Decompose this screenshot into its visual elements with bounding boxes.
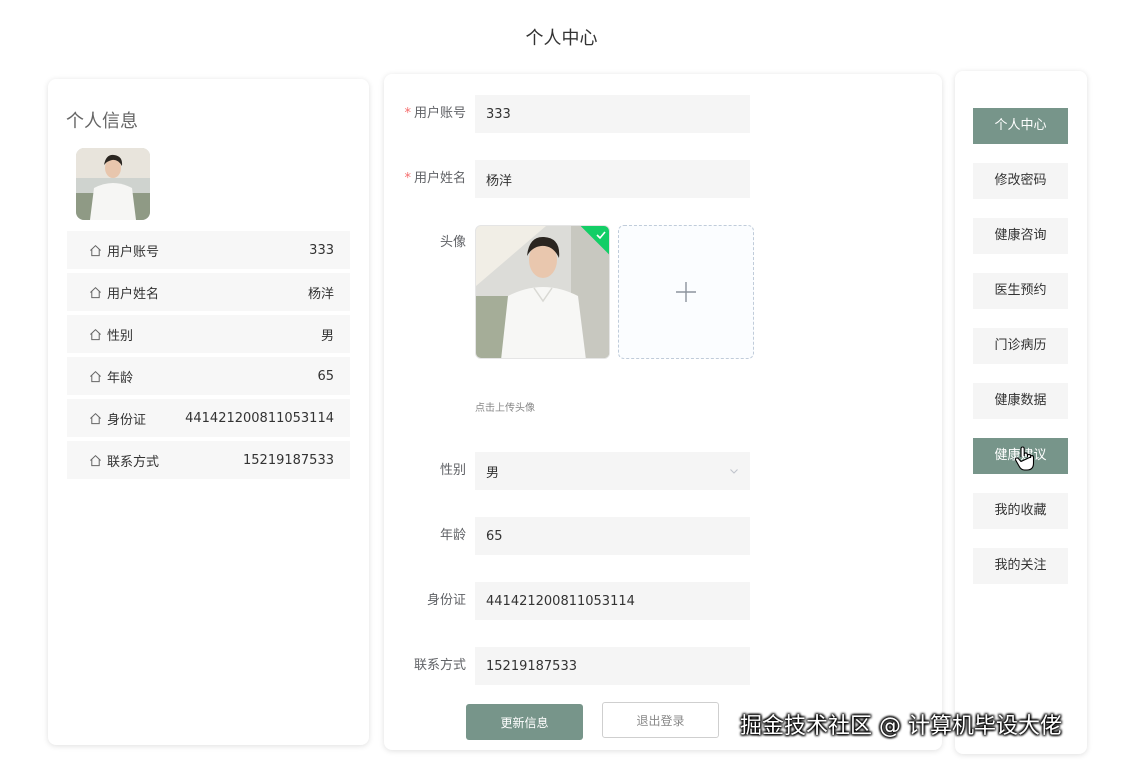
info-value: 男 [320, 328, 334, 344]
info-value: 333 [309, 242, 334, 258]
logout-button[interactable]: 退出登录 [602, 702, 719, 738]
idcard-input[interactable] [475, 582, 750, 620]
side-menu: 个人中心 修改密码 健康咨询 医生预约 门诊病历 健康数据 健康建议 我的收藏 … [955, 71, 1087, 754]
gender-selected-value: 男 [486, 465, 500, 481]
info-label: 用户姓名 [107, 286, 160, 302]
required-mark: * [404, 171, 411, 186]
name-label: * 用户姓名 [404, 171, 466, 186]
watermark: 掘金技术社区 @ 计算机毕设大佬 [740, 714, 1062, 739]
home-icon [90, 454, 101, 466]
menu-item-doctor-appointment[interactable]: 医生预约 [973, 273, 1068, 309]
info-label: 身份证 [107, 412, 147, 428]
phone-input[interactable] [475, 647, 750, 685]
info-list: 用户账号 333 用户姓名 杨洋 性别 男 年龄 65 身份证 44142120… [67, 231, 350, 483]
info-label: 性别 [107, 328, 134, 344]
page-title: 个人中心 [525, 28, 598, 49]
account-label: * 用户账号 [404, 106, 466, 121]
personal-info-heading: 个人信息 [66, 111, 138, 132]
gender-label: 性别 [439, 463, 466, 478]
avatar-upload-button[interactable] [618, 225, 754, 359]
gender-select[interactable]: 男 [475, 452, 750, 490]
info-row-phone: 联系方式 15219187533 [67, 441, 350, 479]
plus-icon [676, 282, 696, 302]
home-icon [90, 328, 101, 340]
home-icon [90, 370, 101, 382]
idcard-label: 身份证 [426, 593, 466, 608]
menu-item-medical-records[interactable]: 门诊病历 [973, 328, 1068, 364]
menu-item-health-data[interactable]: 健康数据 [973, 383, 1068, 419]
personal-info-panel: 个人信息 用户账号 333 用户姓名 杨洋 性别 男 年龄 65 身份证 441… [48, 79, 369, 745]
age-label: 年龄 [439, 528, 466, 543]
name-input[interactable] [475, 160, 750, 198]
avatar [76, 148, 150, 220]
home-icon [90, 412, 101, 424]
form-row-idcard: 身份证 [384, 582, 942, 620]
info-label: 联系方式 [107, 454, 160, 470]
form-row-name: * 用户姓名 [384, 160, 942, 198]
age-input[interactable] [475, 517, 750, 555]
info-row-idcard: 身份证 441421200811053114 [67, 399, 350, 437]
upload-hint: 点击上传头像 [475, 403, 535, 414]
update-info-button[interactable]: 更新信息 [466, 704, 583, 740]
info-row-age: 年龄 65 [67, 357, 350, 395]
required-mark: * [404, 106, 411, 121]
info-label: 年龄 [107, 370, 134, 386]
home-icon [90, 286, 101, 298]
phone-label: 联系方式 [413, 658, 466, 673]
form-row-age: 年龄 [384, 517, 942, 555]
info-value: 441421200811053114 [185, 410, 334, 426]
home-icon [90, 244, 101, 256]
profile-form-panel: *用户账号 *用户姓名 头像 点击上传头像 性别 男 年龄 [384, 74, 942, 750]
avatar-preview[interactable] [475, 225, 610, 359]
info-row-gender: 性别 男 [67, 315, 350, 353]
check-icon [596, 231, 606, 240]
info-label: 用户账号 [107, 244, 160, 260]
info-row-account: 用户账号 333 [67, 231, 350, 269]
account-input[interactable] [475, 95, 750, 133]
menu-item-profile[interactable]: 个人中心 [973, 108, 1068, 144]
info-row-name: 用户姓名 杨洋 [67, 273, 350, 311]
menu-item-change-password[interactable]: 修改密码 [973, 163, 1068, 199]
menu-item-health-consult[interactable]: 健康咨询 [973, 218, 1068, 254]
form-row-phone: 联系方式 [384, 647, 942, 685]
info-value: 杨洋 [307, 286, 334, 302]
info-value: 65 [317, 368, 334, 384]
menu-item-my-follows[interactable]: 我的关注 [973, 548, 1068, 584]
chevron-down-icon [730, 469, 738, 474]
form-row-account: * 用户账号 [384, 95, 942, 133]
hand-cursor-icon [1014, 446, 1035, 471]
menu-item-my-favorites[interactable]: 我的收藏 [973, 493, 1068, 529]
avatar-label: 头像 [439, 235, 466, 250]
form-row-gender: 性别 男 [384, 452, 942, 490]
info-value: 15219187533 [243, 452, 334, 468]
